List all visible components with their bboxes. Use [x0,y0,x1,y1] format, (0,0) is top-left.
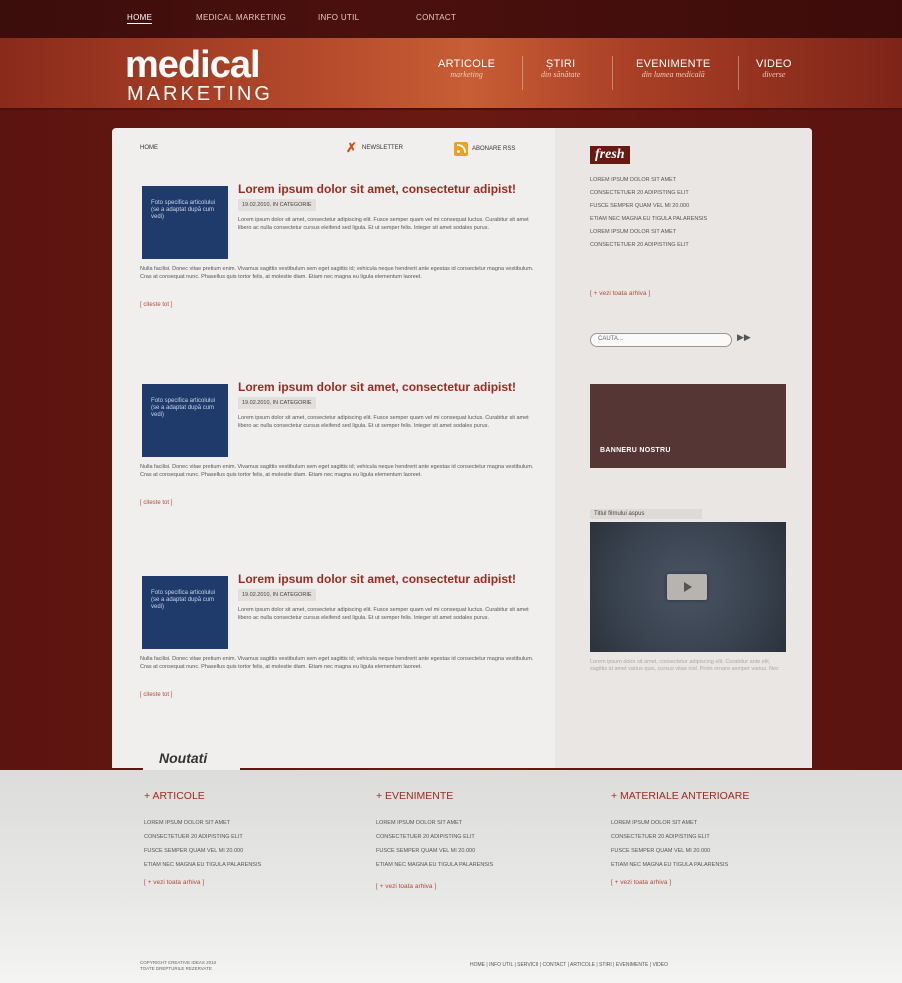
fresh-badge: fresh [590,146,630,164]
main-nav-articole[interactable]: ARTICOLE marketing [438,58,495,79]
footer-item[interactable]: ETIAM NEC MAGNA EU TIGULA PALARENSIS [376,861,493,875]
read-more-link[interactable]: [ citeste tot ] [140,692,172,698]
rights-line: TOATE DREPTURILE REZERVATE [140,966,212,971]
footer-item[interactable]: ETIAM NEC MAGNA EU TIGULA PALARENSIS [611,861,749,875]
fresh-item[interactable]: FUSCE SEMPER QUAM VEL MI 20.000 [590,202,790,215]
rss-link[interactable]: ABONARE RSS [454,142,515,156]
logo-subtitle: MARKETING [127,83,273,105]
footer-archive-link[interactable]: [ + vezi toata arhiva ] [376,883,493,890]
footer-item[interactable]: CONSECTETUER 20 ADIPISTING ELIT [611,833,749,847]
article-excerpt: Lorem ipsum dolor sit amet, consectetur … [238,415,529,429]
banner-label: BANNERU NOSTRU [600,447,671,454]
footer-item[interactable]: LOREM IPSUM DOLOR SIT AMET [376,819,493,833]
footer-column-materiale: + MATERIALE ANTERIOARE LOREM IPSUM DOLOR… [611,790,749,886]
newsletter-label: NEWSLETTER [362,145,404,151]
fresh-archive-link[interactable]: [ + vezi toata arhiva ] [590,290,650,297]
breadcrumb[interactable]: HOME [140,145,158,151]
search-input[interactable]: CAUTA... [590,333,732,347]
newsletter-link[interactable]: ✗ NEWSLETTER [346,140,404,155]
nav-divider [612,56,613,90]
video-player[interactable] [590,522,786,652]
top-nav-contact[interactable]: Contact [416,13,456,22]
main-nav-evenimente[interactable]: EVENIMENTE din lumea medicală [636,58,711,79]
main-nav-label: ARTICOLE [438,58,496,70]
banner-ad[interactable]: BANNERU NOSTRU [590,384,786,468]
footer-archive-link[interactable]: [ + vezi toata arhiva ] [144,879,261,886]
main-nav-label: EVENIMENTE [636,58,711,70]
main-nav-sublabel: marketing [450,70,483,79]
noutati-tab[interactable]: Noutati [143,744,240,770]
read-more-link[interactable]: [ citeste tot ] [140,302,172,308]
fresh-item[interactable]: ETIAM NEC MAGNA EU TIGULA PALARENSIS [590,215,790,228]
main-nav-stiri[interactable]: ȘTIRI din sănătate [541,58,580,79]
footer-item[interactable]: LOREM IPSUM DOLOR SIT AMET [144,819,261,833]
video-title: Titlul filmului aspus [590,509,702,519]
rss-icon [454,142,468,156]
footer-item[interactable]: LOREM IPSUM DOLOR SIT AMET [611,819,749,833]
fresh-item[interactable]: CONSECTETUER 20 ADIPISTING ELIT [590,241,790,254]
footer-column-articole: + ARTICOLE LOREM IPSUM DOLOR SIT AMET CO… [144,790,261,886]
main-nav-label: VIDEO [756,58,792,70]
footer-item[interactable]: FUSCE SEMPER QUAM VEL MI 20.000 [144,847,261,861]
footer-archive-link[interactable]: [ + vezi toata arhiva ] [611,879,749,886]
top-nav-info-util[interactable]: Info Util [318,13,359,22]
footer-links[interactable]: HOME | INFO UTIL | SERVICII | CONTACT | … [470,962,668,968]
article-title[interactable]: Lorem ipsum dolor sit amet, consectetur … [238,380,516,394]
article-title[interactable]: Lorem ipsum dolor sit amet, consectetur … [238,182,516,196]
article-thumbnail[interactable]: Foto specifica articolului (se a adaptat… [142,576,228,649]
fresh-list: LOREM IPSUM DOLOR SIT AMET CONSECTETUER … [590,176,790,254]
read-more-link[interactable]: [ citeste tot ] [140,500,172,506]
play-icon[interactable] [667,574,707,600]
top-nav: Home Medical Marketing Info Util Contact [0,0,902,38]
nav-divider [738,56,739,90]
top-nav-home[interactable]: Home [127,13,153,24]
fresh-item[interactable]: LOREM IPSUM DOLOR SIT AMET [590,176,790,189]
article-thumbnail[interactable]: Foto specifica articolului (se a adaptat… [142,384,228,457]
article-meta: 19.02.2010, IN CATEGORIE [238,397,316,409]
fresh-item[interactable]: CONSECTETUER 20 ADIPISTING ELIT [590,189,790,202]
article-meta: 19.02.2010, IN CATEGORIE [238,589,316,601]
article-title[interactable]: Lorem ipsum dolor sit amet, consectetur … [238,572,516,586]
article-meta: 19.02.2010, IN CATEGORIE [238,199,316,211]
video-caption: Lorem ipsum dolor sit amet, consectetur … [590,659,779,672]
footer-column-title[interactable]: + EVENIMENTE [376,790,493,802]
footer-item[interactable]: CONSECTETUER 20 ADIPISTING ELIT [376,833,493,847]
rss-label: ABONARE RSS [472,146,516,152]
main-nav-sublabel: din sănătate [541,70,581,79]
footer-item[interactable]: FUSCE SEMPER QUAM VEL MI 20.000 [611,847,749,861]
main-nav-label: ȘTIRI [545,58,576,70]
footer: + ARTICOLE LOREM IPSUM DOLOR SIT AMET CO… [0,770,902,983]
fresh-item[interactable]: LOREM IPSUM DOLOR SIT AMET [590,228,790,241]
article-excerpt: Lorem ipsum dolor sit amet, consectetur … [238,217,529,231]
main-nav-sublabel: diverse [762,70,786,79]
article-thumbnail[interactable]: Foto specifica articolului (se a adaptat… [142,186,228,259]
logo[interactable]: medical [125,46,261,84]
article-body: Nulla facilisi. Donec vitae pretium enim… [140,266,534,280]
footer-item[interactable]: ETIAM NEC MAGNA EU TIGULA PALARENSIS [144,861,261,875]
newsletter-icon: ✗ [346,140,357,155]
footer-item[interactable]: CONSECTETUER 20 ADIPISTING ELIT [144,833,261,847]
copyright: COPYRIGHT CREATIVE IDEAS 2010 TOATE DREP… [140,960,216,972]
article-body: Nulla facilisi. Donec vitae pretium enim… [140,464,534,478]
header-band: medical MARKETING ARTICOLE marketing ȘTI… [0,38,902,110]
search-submit-icon[interactable]: ▶▶ [737,332,751,343]
nav-divider [522,56,523,90]
article-excerpt: Lorem ipsum dolor sit amet, consectetur … [238,607,529,621]
top-nav-medical-marketing[interactable]: Medical Marketing [196,13,286,22]
footer-item[interactable]: FUSCE SEMPER QUAM VEL MI 20.000 [376,847,493,861]
article-body: Nulla facilisi. Donec vitae pretium enim… [140,656,534,670]
main-nav-video[interactable]: VIDEO diverse [756,58,792,79]
footer-column-evenimente: + EVENIMENTE LOREM IPSUM DOLOR SIT AMET … [376,790,493,890]
footer-column-title[interactable]: + MATERIALE ANTERIOARE [611,790,749,802]
main-nav-sublabel: din lumea medicală [641,70,705,79]
footer-column-title[interactable]: + ARTICOLE [144,790,261,802]
